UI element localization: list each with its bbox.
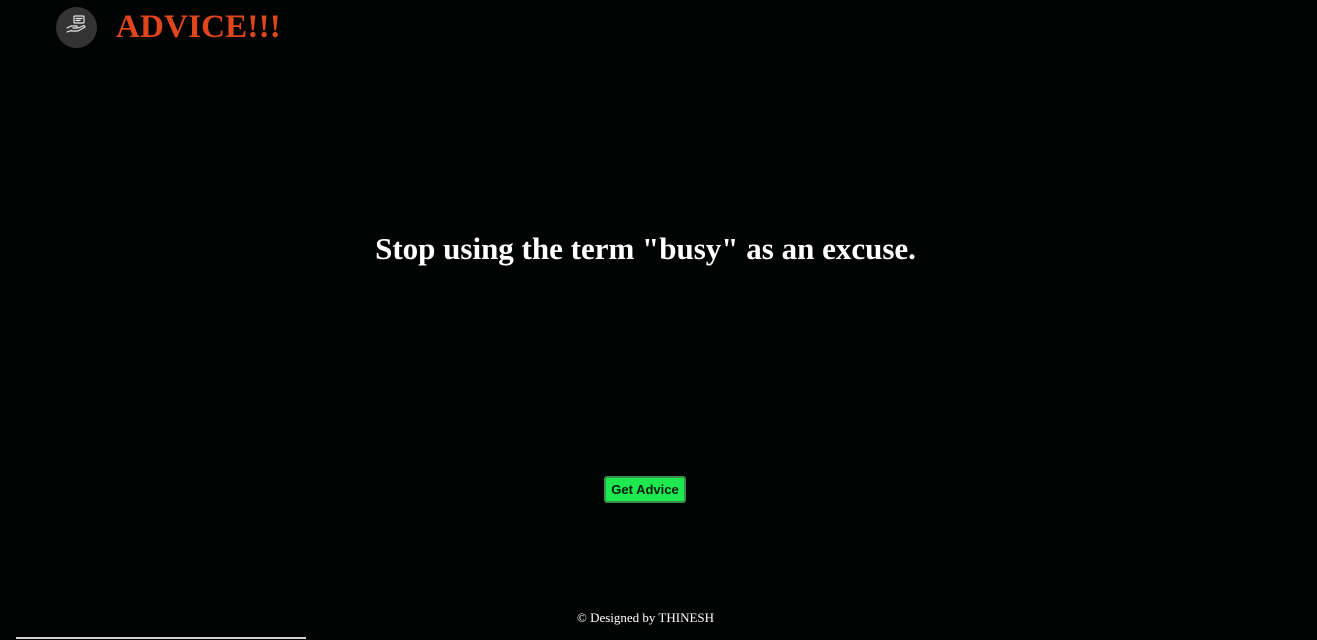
advice-app: ADVICE!!! Stop using the term "busy" as … xyxy=(0,0,1317,640)
footer-credit: © Designed by THINESH xyxy=(576,610,715,625)
app-title: ADVICE!!! xyxy=(116,8,281,45)
logo xyxy=(56,6,97,48)
header: ADVICE!!! xyxy=(56,6,281,48)
advice-text: Stop using the term "busy" as an excuse. xyxy=(375,231,916,266)
hand-holding-message-icon xyxy=(64,12,90,43)
horizontal-scrollbar[interactable] xyxy=(16,637,306,639)
get-advice-button[interactable]: Get Advice xyxy=(604,476,686,503)
